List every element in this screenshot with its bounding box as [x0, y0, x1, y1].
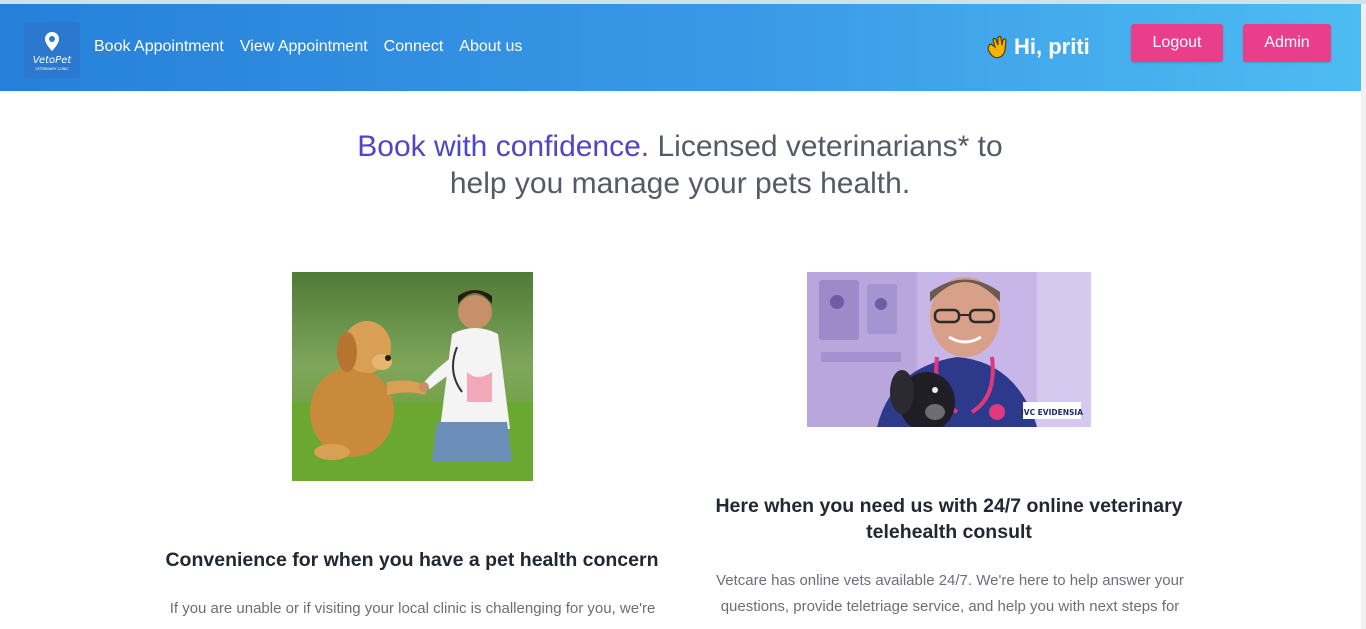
scrollbar[interactable] [1361, 4, 1366, 629]
logo-pin-icon: VetoPet VETERINARY CLINIC [33, 32, 73, 71]
card-text-telehealth: Vetcare has online vets available 24/7. … [716, 572, 1184, 615]
logout-button[interactable]: Logout [1131, 24, 1223, 62]
card-text-convenience: If you are unable or if visiting your lo… [169, 600, 656, 617]
hero-heading: Book with confidence. Licensed veterinar… [330, 128, 1030, 202]
nav-view-appointment[interactable]: View Appointment [240, 38, 368, 56]
waving-hand-icon [987, 35, 1007, 59]
user-greeting: Hi, priti [984, 33, 1090, 61]
site-logo[interactable]: VetoPet VETERINARY CLINIC [24, 22, 80, 78]
dog-child-image [292, 272, 533, 481]
admin-button[interactable]: Admin [1243, 24, 1331, 62]
card-title-telehealth: Here when you need us with 24/7 online v… [715, 495, 1183, 543]
logo-text: VetoPet [33, 55, 73, 66]
hero-emphasis: Book with confidence. [357, 130, 650, 163]
vet-badge-text: IVC EVIDENSIA [1021, 408, 1083, 417]
nav-book-appointment[interactable]: Book Appointment [94, 38, 224, 56]
nav-links: Book Appointment View Appointment Connec… [94, 38, 522, 56]
vet-dog-image: IVC EVIDENSIA [807, 272, 1091, 427]
card-title-convenience: Convenience for when you have a pet heal… [165, 549, 659, 571]
nav-about-us[interactable]: About us [459, 38, 522, 56]
logo-subtext: VETERINARY CLINIC [35, 67, 69, 71]
nav-connect[interactable]: Connect [384, 38, 444, 56]
greeting-text: Hi, priti [1014, 34, 1090, 59]
navbar: VetoPet VETERINARY CLINIC Book Appointme… [0, 4, 1361, 91]
